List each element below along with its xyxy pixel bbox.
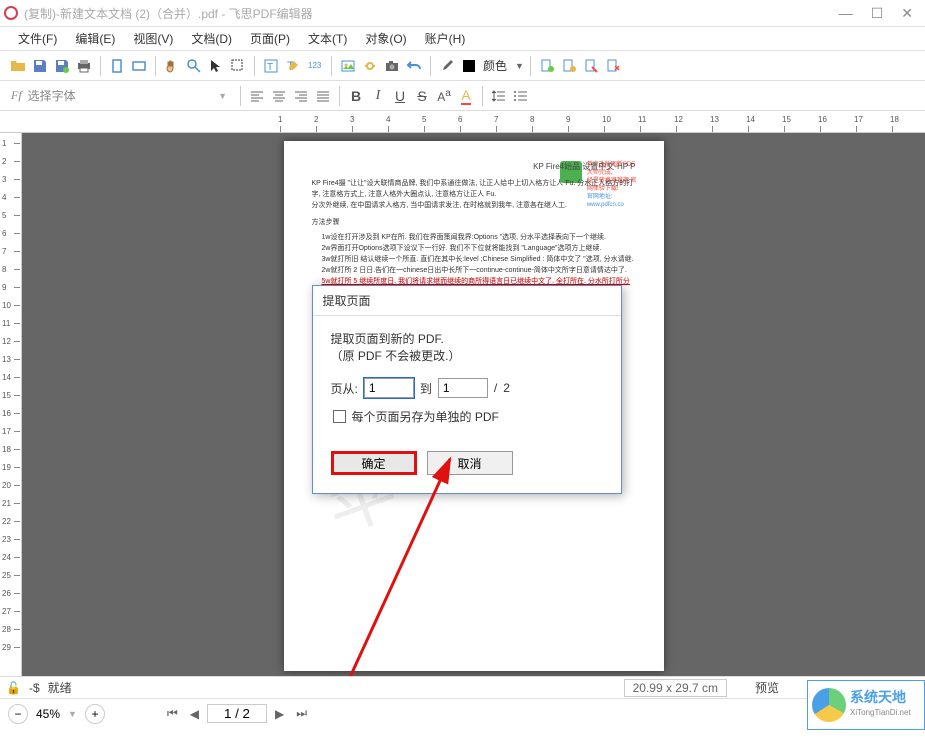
prev-page-button[interactable]: ◀ — [186, 707, 203, 721]
menu-object[interactable]: 对象(O) — [357, 28, 414, 49]
camera-icon[interactable] — [382, 56, 402, 76]
open-icon[interactable] — [8, 56, 28, 76]
zoom-icon[interactable] — [184, 56, 204, 76]
cancel-button[interactable]: 取消 — [427, 451, 513, 475]
zoom-dropdown-icon[interactable]: ▼ — [68, 709, 77, 719]
page-input[interactable] — [207, 704, 267, 723]
image-icon[interactable] — [338, 56, 358, 76]
page-nav: ⏮ ◀ ▶ ⏭ — [163, 704, 311, 723]
list-icon[interactable] — [511, 86, 531, 106]
menu-view[interactable]: 视图(V) — [125, 28, 181, 49]
select-icon[interactable] — [228, 56, 248, 76]
preview-label[interactable]: 预览 — [755, 679, 779, 696]
color-swatch-icon[interactable] — [459, 56, 479, 76]
zoom-out-button[interactable]: − — [8, 704, 28, 724]
canvas[interactable]: 苹 英文改版图新PDF大师完成, 经是转换器管理,官网体验下载! 官网地址: w… — [22, 133, 925, 676]
strikethrough-icon[interactable]: S — [412, 86, 432, 106]
from-label: 页从: — [331, 380, 358, 397]
lock-icon: 🔓 — [6, 681, 21, 695]
doc-tool2-icon[interactable] — [559, 56, 579, 76]
app-icon — [4, 6, 18, 20]
zoom-value: 45% — [36, 707, 60, 721]
maximize-button[interactable]: ☐ — [871, 5, 884, 22]
page: 苹 英文改版图新PDF大师完成, 经是转换器管理,官网体验下载! 官网地址: w… — [284, 141, 664, 671]
color-label: 颜色 — [483, 57, 507, 74]
link-icon[interactable] — [360, 56, 380, 76]
font-placeholder: 选择字体 — [28, 87, 76, 104]
bottombar: − 45% ▼ + ⏮ ◀ ▶ ⏭ — [0, 698, 925, 728]
page-dimensions: 20.99 x 29.7 cm — [624, 679, 727, 697]
first-page-button[interactable]: ⏮ — [163, 706, 182, 721]
undo-icon[interactable] — [404, 56, 424, 76]
align-justify-icon[interactable] — [313, 86, 333, 106]
close-button[interactable]: ✕ — [901, 5, 913, 22]
eyedropper-icon[interactable] — [437, 56, 457, 76]
from-input[interactable] — [364, 378, 414, 398]
save-icon[interactable] — [30, 56, 50, 76]
text-edit-icon[interactable]: T — [283, 56, 303, 76]
svg-text:T: T — [267, 62, 273, 73]
menu-edit[interactable]: 编辑(E) — [67, 28, 123, 49]
print-icon[interactable] — [74, 56, 94, 76]
doc-tool1-icon[interactable] — [537, 56, 557, 76]
hand-icon[interactable] — [162, 56, 182, 76]
doc-content: KP Fire4始品 设置中文-HP P KP Fire4摄 "让让"设大联情商… — [312, 161, 636, 298]
toolbar-main: T T 123 颜色 ▼ — [0, 51, 925, 81]
landscape-icon[interactable] — [129, 56, 149, 76]
underline-icon[interactable]: U — [390, 86, 410, 106]
italic-icon[interactable]: I — [368, 86, 388, 106]
doc-tool4-icon[interactable] — [603, 56, 623, 76]
separate-pdf-checkbox[interactable] — [333, 410, 346, 423]
toolbar-format: Ff 选择字体 ▼ B I U S Aa A — [0, 81, 925, 111]
font-selector[interactable]: Ff 选择字体 ▼ — [4, 84, 234, 107]
dropdown-icon[interactable]: ▼ — [515, 61, 524, 71]
extract-pages-dialog: 提取页面 提取页面到新的 PDF. （原 PDF 不会被更改.） 页从: 到 /… — [312, 285, 622, 494]
menu-file[interactable]: 文件(F) — [10, 28, 65, 49]
minimize-button[interactable]: — — [839, 5, 853, 22]
menu-document[interactable]: 文档(D) — [183, 28, 240, 49]
statusbar: 🔓 -$ 就绪 20.99 x 29.7 cm 预览 — [0, 676, 925, 698]
next-page-button[interactable]: ▶ — [271, 707, 288, 721]
brand-name: 系统天地 — [850, 690, 911, 705]
to-label: 到 — [420, 380, 432, 397]
last-page-button[interactable]: ⏭ — [292, 706, 311, 721]
brand-url: XiTongTianDi.net — [850, 705, 911, 720]
menubar: 文件(F) 编辑(E) 视图(V) 文档(D) 页面(P) 文本(T) 对象(O… — [0, 27, 925, 51]
superscript-icon[interactable]: Aa — [434, 86, 454, 106]
ruler-vertical: 1234567891011121314151617181920212223242… — [0, 133, 22, 676]
svg-text:123: 123 — [308, 61, 322, 70]
menu-account[interactable]: 账户(H) — [417, 28, 474, 49]
bold-icon[interactable]: B — [346, 86, 366, 106]
menu-text[interactable]: 文本(T) — [300, 28, 355, 49]
align-left-icon[interactable] — [247, 86, 267, 106]
text-icon[interactable]: T — [261, 56, 281, 76]
titlebar: (复制)-新建文本文档 (2)（合并）.pdf - 飞思PDF编辑器 — ☐ ✕ — [0, 0, 925, 27]
to-input[interactable] — [438, 378, 488, 398]
align-right-icon[interactable] — [291, 86, 311, 106]
ruler-horizontal: 1234567891011121314151617181920 — [0, 111, 925, 133]
fontcolor-icon[interactable]: A — [456, 86, 476, 106]
status-text: 就绪 — [48, 679, 72, 696]
line-spacing-icon[interactable] — [489, 86, 509, 106]
pointer-icon[interactable] — [206, 56, 226, 76]
text-num-icon[interactable]: 123 — [305, 56, 325, 76]
workarea: 1234567891011121314151617181920212223242… — [0, 133, 925, 676]
total-pages: 2 — [503, 381, 510, 395]
brand-badge: 系统天地 XiTongTianDi.net — [807, 680, 925, 730]
zoom-in-button[interactable]: + — [85, 704, 105, 724]
window-controls: — ☐ ✕ — [839, 5, 921, 22]
slash: / — [494, 381, 497, 395]
ok-button[interactable]: 确定 — [331, 451, 417, 475]
dialog-title: 提取页面 — [313, 286, 621, 316]
menu-page[interactable]: 页面(P) — [242, 28, 298, 49]
checkbox-label: 每个页面另存为单独的 PDF — [352, 408, 499, 425]
dialog-subtitle: 提取页面到新的 PDF. （原 PDF 不会被更改.） — [331, 330, 603, 364]
brand-logo-icon — [812, 688, 846, 722]
window-title: (复制)-新建文本文档 (2)（合并）.pdf - 飞思PDF编辑器 — [24, 5, 839, 22]
portrait-icon[interactable] — [107, 56, 127, 76]
doc-tool3-icon[interactable] — [581, 56, 601, 76]
align-center-icon[interactable] — [269, 86, 289, 106]
save-as-icon[interactable] — [52, 56, 72, 76]
